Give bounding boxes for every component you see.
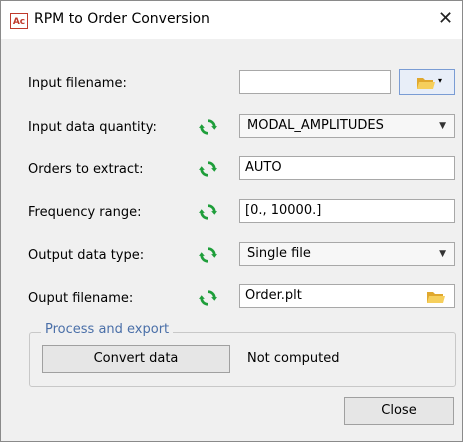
output-filename-value: Order.plt bbox=[245, 288, 302, 303]
process-export-group-title: Process and export bbox=[41, 322, 174, 337]
chevron-down-icon: ▾ bbox=[438, 76, 443, 85]
close-icon[interactable]: ✕ bbox=[438, 8, 453, 29]
sync-icon[interactable] bbox=[199, 160, 217, 178]
input-data-quantity-value: MODAL_AMPLITUDES bbox=[247, 118, 384, 133]
convert-data-button[interactable]: Convert data bbox=[42, 345, 230, 373]
close-button[interactable]: Close bbox=[344, 397, 454, 425]
window-title: RPM to Order Conversion bbox=[34, 11, 210, 27]
input-data-quantity-select[interactable]: MODAL_AMPLITUDES ▼ bbox=[239, 114, 455, 138]
browse-input-button[interactable]: ▾ bbox=[399, 69, 455, 95]
sync-icon[interactable] bbox=[199, 203, 217, 221]
dialog-window: Ac RPM to Order Conversion ✕ Input filen… bbox=[0, 0, 463, 442]
orders-to-extract-field[interactable]: AUTO bbox=[239, 156, 455, 180]
sync-icon[interactable] bbox=[199, 118, 217, 136]
folder-icon bbox=[416, 75, 436, 91]
app-icon: Ac bbox=[10, 13, 28, 29]
output-data-type-value: Single file bbox=[247, 246, 311, 261]
folder-icon[interactable] bbox=[426, 289, 446, 305]
output-data-type-select[interactable]: Single file ▼ bbox=[239, 242, 455, 266]
title-bar: Ac RPM to Order Conversion ✕ bbox=[1, 1, 462, 39]
input-filename-field[interactable] bbox=[239, 70, 391, 94]
orders-to-extract-label: Orders to extract: bbox=[28, 162, 144, 177]
input-data-quantity-label: Input data quantity: bbox=[28, 120, 157, 135]
output-filename-field[interactable]: Order.plt bbox=[239, 284, 455, 308]
output-data-type-label: Output data type: bbox=[28, 248, 145, 263]
input-filename-label: Input filename: bbox=[28, 76, 127, 91]
frequency-range-label: Frequency range: bbox=[28, 205, 142, 220]
sync-icon[interactable] bbox=[199, 289, 217, 307]
frequency-range-field[interactable]: [0., 10000.] bbox=[239, 199, 455, 223]
sync-icon[interactable] bbox=[199, 246, 217, 264]
output-filename-label: Ouput filename: bbox=[28, 291, 134, 306]
chevron-down-icon: ▼ bbox=[439, 121, 446, 131]
conversion-status: Not computed bbox=[247, 351, 340, 366]
chevron-down-icon: ▼ bbox=[439, 249, 446, 259]
